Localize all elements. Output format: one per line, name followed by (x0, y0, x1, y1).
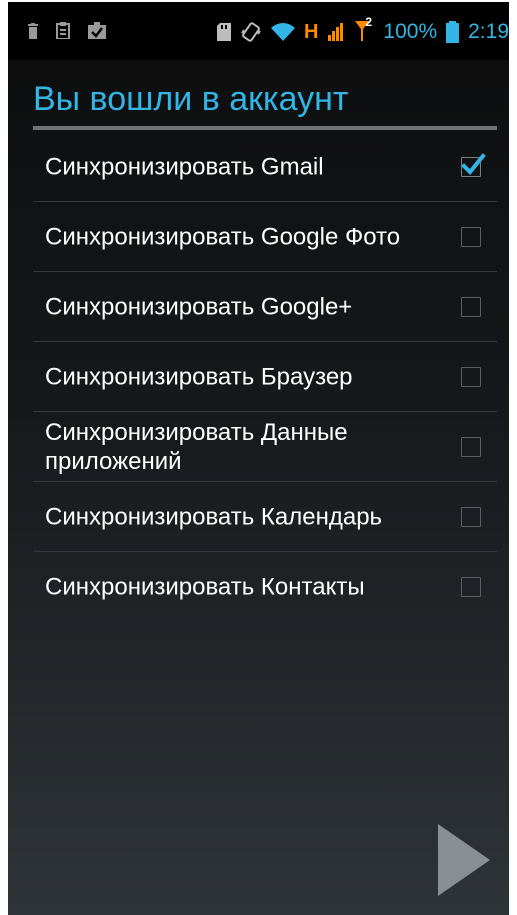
next-arrow-icon (438, 824, 490, 896)
checkmark-icon (461, 152, 486, 175)
checkbox[interactable] (461, 506, 481, 527)
wifi-icon (270, 23, 295, 41)
clock: 2:19 (468, 20, 509, 43)
sync-item-gmail[interactable]: Синхронизировать Gmail (33, 132, 497, 202)
sync-item-google-photos[interactable]: Синхронизировать Google Фото (33, 202, 497, 272)
sync-item-google-plus[interactable]: Синхронизировать Google+ (33, 272, 497, 342)
checkbox[interactable] (461, 576, 481, 597)
task-check-icon (88, 22, 106, 39)
phone-screen: H 2 100% 2:19 Вы вошли в аккаунт Синхрон… (8, 2, 509, 915)
sync-item-label: Синхронизировать Контакты (45, 573, 365, 600)
battery-icon (446, 21, 460, 43)
status-bar: H 2 100% 2:19 (8, 2, 509, 60)
sim-badge: 2 (365, 15, 373, 29)
sync-item-label: Синхронизировать Браузер (45, 363, 353, 390)
title-divider (33, 126, 497, 130)
clipboard-icon (56, 22, 70, 39)
battery-percent: 100% (383, 20, 438, 43)
no-sim-icon: 2 (354, 15, 374, 43)
vibrate-icon (240, 21, 262, 43)
checkbox[interactable] (461, 436, 481, 457)
notification-icons (28, 22, 106, 39)
checkbox-checked[interactable] (461, 152, 486, 177)
sync-item-app-data[interactable]: Синхронизировать Данные приложений (33, 412, 497, 482)
network-type: H (303, 21, 319, 43)
trash-icon (28, 22, 38, 39)
next-button[interactable] (436, 824, 492, 896)
sync-item-label: Синхронизировать Календарь (45, 503, 383, 530)
sync-item-calendar[interactable]: Синхронизировать Календарь (33, 482, 497, 552)
sync-item-label: Синхронизировать Google+ (45, 293, 353, 320)
sync-item-label: Синхронизировать Данные приложений (45, 418, 348, 475)
sync-item-label: Синхронизировать Google Фото (45, 223, 401, 250)
sync-item-contacts[interactable]: Синхронизировать Контакты (33, 552, 497, 621)
sync-item-browser[interactable]: Синхронизировать Браузер (33, 342, 497, 412)
checkbox[interactable] (461, 226, 481, 247)
sync-list: Синхронизировать Gmail Синхронизировать … (33, 132, 497, 621)
sd-card-icon (216, 23, 231, 41)
checkbox[interactable] (461, 296, 481, 317)
page-title: Вы вошли в аккаунт (33, 80, 349, 118)
system-icons: H 2 100% 2:19 (216, 15, 509, 44)
checkbox[interactable] (461, 366, 481, 387)
signal-icon (327, 23, 345, 41)
sync-item-label: Синхронизировать Gmail (45, 153, 324, 180)
